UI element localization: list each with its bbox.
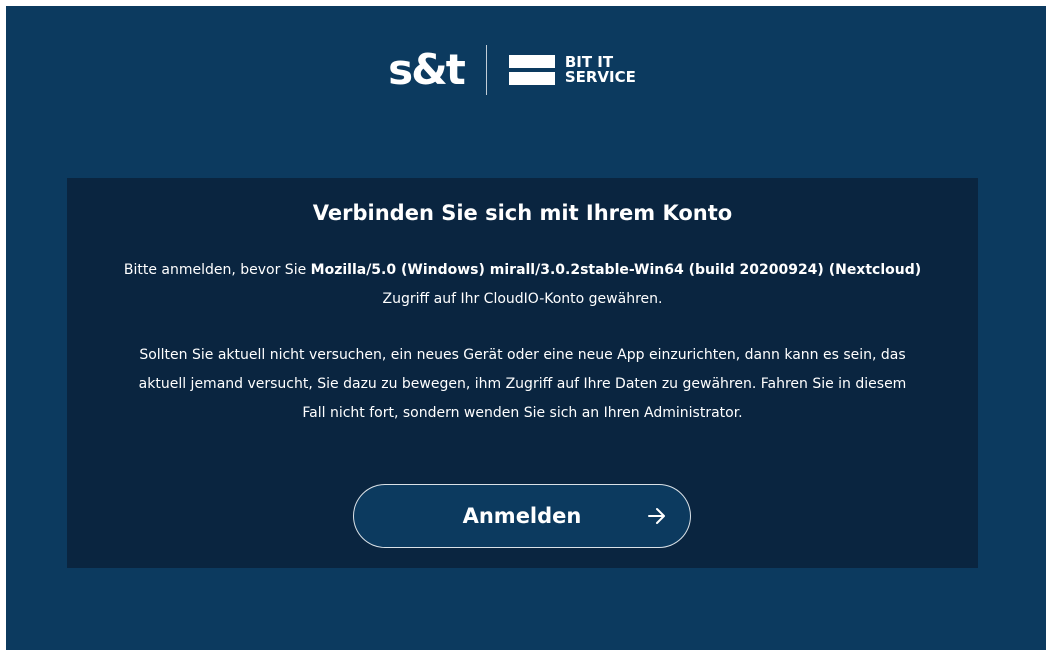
warning-text: Sollten Sie aktuell nicht versuchen, ein… [67,341,978,428]
card-title: Verbinden Sie sich mit Ihrem Konto [312,201,733,225]
connect-account-card: Verbinden Sie sich mit Ihrem Konto Bitte… [67,178,978,568]
login-button-label: Anmelden [462,504,582,528]
logo-divider [485,45,487,95]
bit-logo-line2: SERVICE [564,68,636,86]
bit-it-service-logo: BIT IT SERVICE [508,55,636,85]
login-button[interactable]: Anmelden [353,484,691,548]
warning-line-2: aktuell jemand versucht, Sie dazu zu bew… [138,376,907,392]
intro-text: Bitte anmelden, bevor Sie Mozilla/5.0 (W… [67,256,978,314]
intro-prefix: Bitte anmelden, bevor Sie [123,262,311,278]
warning-line-3: Fall nicht fort, sondern wenden Sie sich… [302,405,743,421]
bit-bars-icon [508,55,555,85]
arrow-right-icon [648,508,665,524]
login-flow-page: s&t BIT IT SERVICE Verbinden Sie sich mi… [6,6,1046,650]
st-logo: s&t [388,45,466,94]
intro-suffix: Zugriff auf Ihr CloudIO-Konto gewähren. [382,291,663,307]
client-name: Mozilla/5.0 (Windows) mirall/3.0.2stable… [310,262,922,278]
branding-header: s&t BIT IT SERVICE [6,42,1046,98]
warning-line-1: Sollten Sie aktuell nicht versuchen, ein… [139,347,906,363]
bit-logo-text: BIT IT SERVICE [565,55,636,85]
